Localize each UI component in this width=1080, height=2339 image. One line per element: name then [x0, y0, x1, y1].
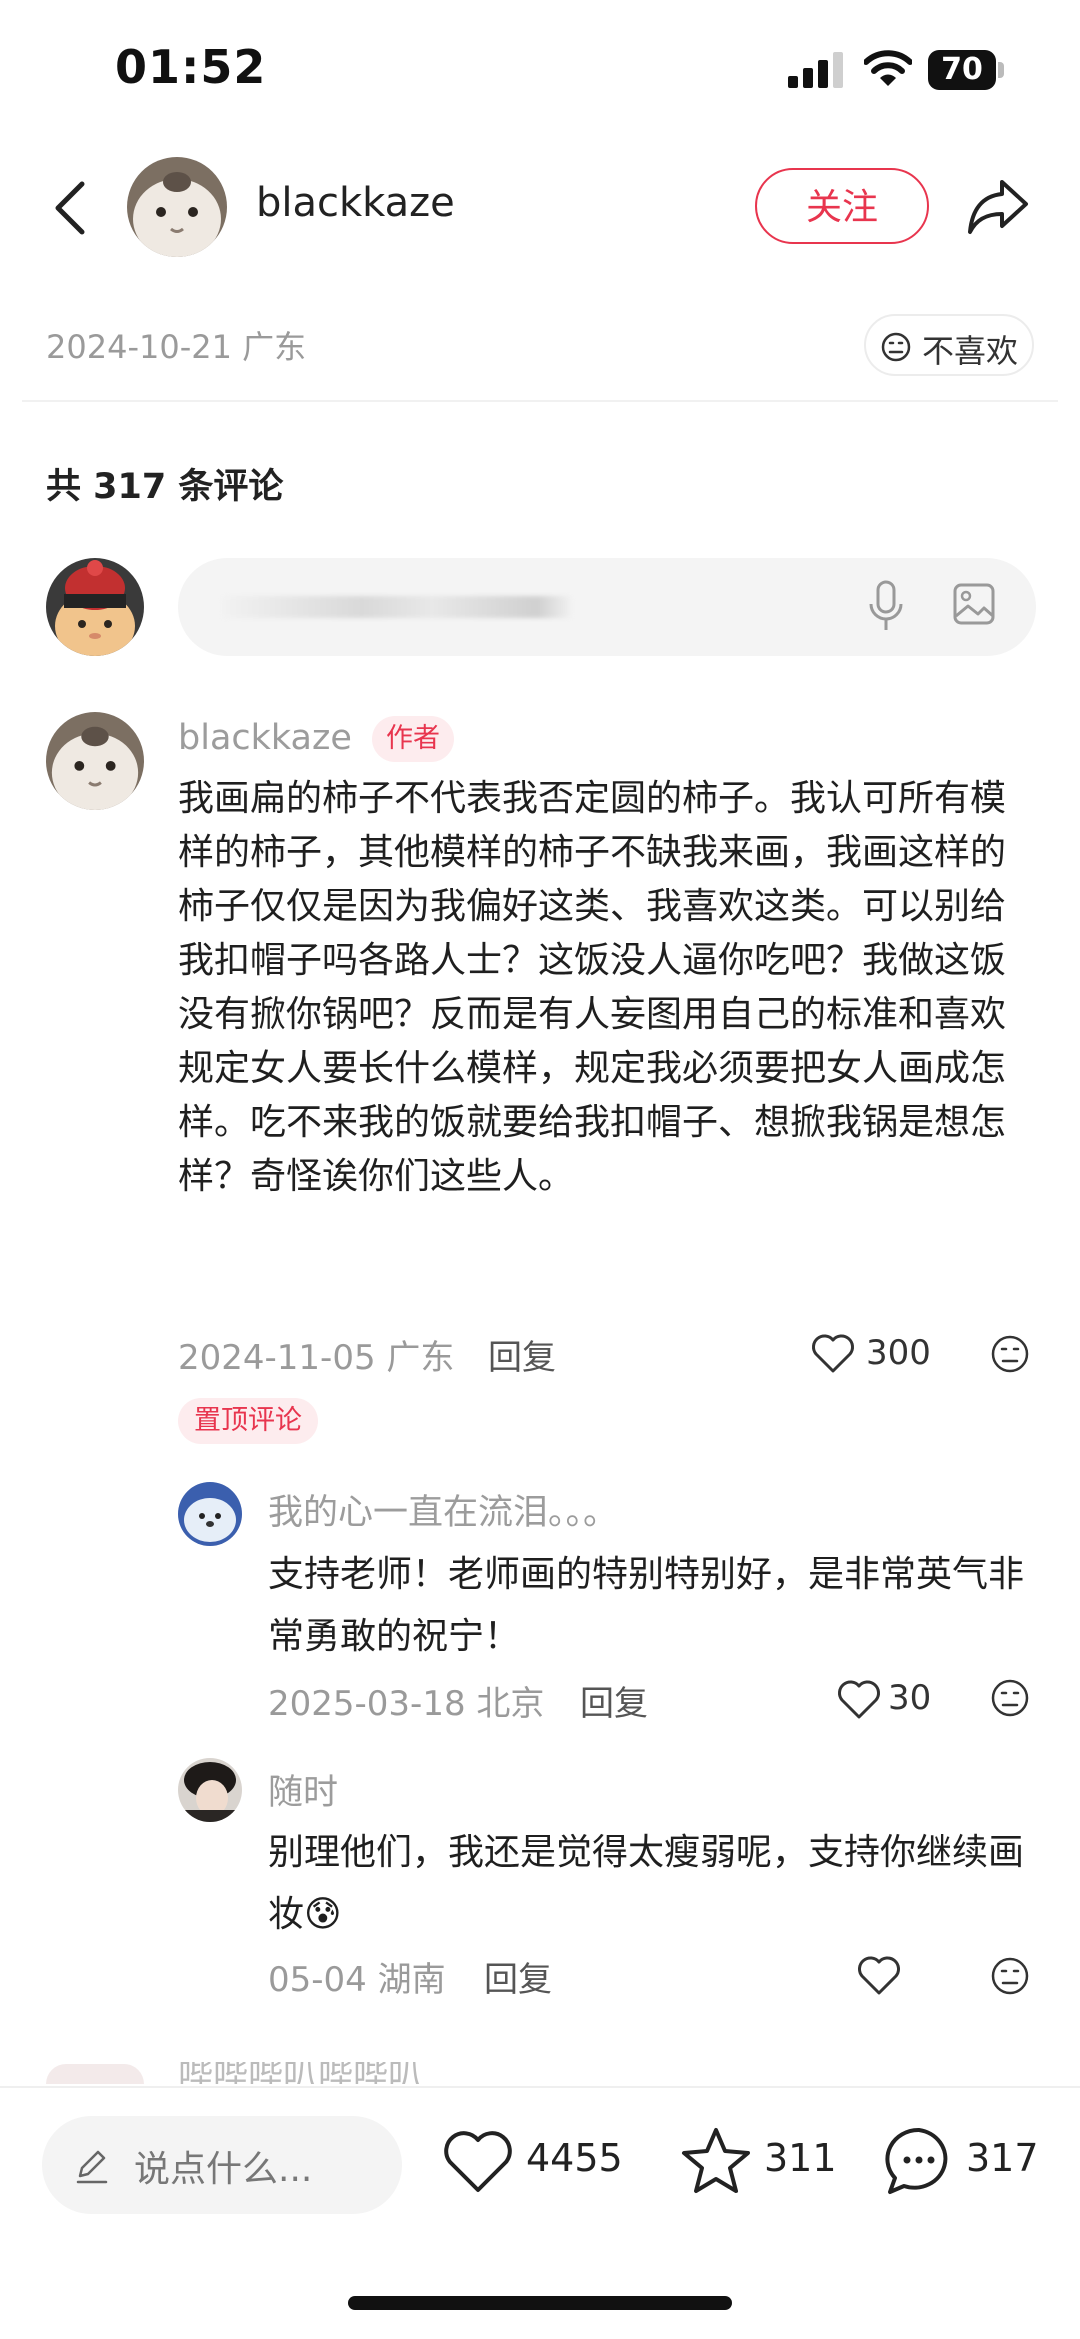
dislike-face-icon	[881, 332, 911, 362]
comment-input[interactable]	[178, 558, 1036, 656]
reply-button[interactable]: 回复	[580, 1676, 648, 1725]
comment-like-count: 300	[866, 1333, 931, 1373]
heart-icon[interactable]	[810, 1332, 856, 1374]
comment-bubble-icon[interactable]	[884, 2126, 954, 2196]
dislike-button[interactable]: 不喜欢	[864, 314, 1034, 376]
reply-like-count: 30	[888, 1678, 932, 1718]
star-icon[interactable]	[680, 2124, 752, 2196]
comment-count-title: 共 317 条评论	[46, 467, 284, 507]
author-avatar[interactable]	[127, 157, 227, 257]
heart-icon[interactable]	[836, 1678, 882, 1720]
next-comment-avatar[interactable]	[46, 2064, 144, 2084]
heart-icon[interactable]	[856, 1954, 902, 1996]
pencil-icon	[76, 2150, 108, 2184]
heart-icon[interactable]	[442, 2128, 514, 2194]
image-icon[interactable]	[952, 582, 996, 626]
back-icon[interactable]	[50, 178, 90, 238]
next-comment-username[interactable]: 哔哔哔叭哔哔叭	[178, 2062, 478, 2084]
home-indicator[interactable]	[348, 2296, 732, 2310]
reply-avatar[interactable]	[178, 1758, 242, 1822]
reply-username[interactable]: 随时	[268, 1764, 338, 1815]
battery-level-text: 70	[941, 52, 983, 87]
dislike-face-icon[interactable]	[990, 1956, 1030, 1996]
status-time: 01:52	[115, 40, 267, 94]
author-badge: 作者	[372, 716, 454, 762]
my-avatar	[46, 558, 144, 656]
input-placeholder: 说点什么...	[134, 2149, 313, 2190]
dislike-face-icon[interactable]	[990, 1334, 1030, 1374]
post-like-count: 4455	[526, 2136, 623, 2180]
reply-date-location: 05-04 湖南	[268, 1960, 446, 2000]
follow-button[interactable]: 关注	[755, 168, 929, 244]
comment-username[interactable]: blackkaze	[178, 718, 352, 758]
post-date-location: 2024-10-21 广东	[46, 328, 307, 366]
reply-date-location: 2025-03-18 北京	[268, 1684, 545, 1724]
post-favorite-count: 311	[764, 2136, 837, 2180]
blurred-placeholder	[222, 596, 572, 618]
dislike-face-icon[interactable]	[990, 1678, 1030, 1718]
pinned-comment-badge: 置顶评论	[178, 1398, 318, 1444]
reply-text: 支持老师！老师画的特别特别好，是非常英气非常勇敢的祝宁！	[268, 1554, 1025, 1657]
dislike-label: 不喜欢	[922, 332, 1019, 370]
signal-icon	[788, 52, 843, 88]
reply-button[interactable]: 回复	[488, 1330, 556, 1379]
battery-icon: 70	[928, 50, 1006, 90]
reply-username[interactable]: 我的心一直在流泪。。。	[268, 1484, 618, 1535]
comment-text: 我画扁的柿子不代表我否定圆的柿子。我认可所有模样的柿子，其他模样的柿子不缺我来画…	[178, 778, 1007, 1197]
comment-avatar[interactable]	[46, 712, 144, 810]
divider	[22, 400, 1058, 402]
reply-avatar[interactable]	[178, 1482, 242, 1546]
mic-icon[interactable]	[868, 580, 904, 634]
wifi-icon	[864, 50, 912, 86]
comment-date-location: 2024-11-05 广东	[178, 1338, 455, 1378]
reply-text: 别理他们，我还是觉得太瘦弱呢，支持你继续画妆😰	[268, 1832, 1025, 1935]
share-icon[interactable]	[966, 176, 1030, 236]
say-something-input[interactable]: 说点什么...	[42, 2116, 402, 2214]
post-comment-count: 317	[966, 2136, 1039, 2180]
author-name[interactable]: blackkaze	[256, 180, 455, 226]
reply-button[interactable]: 回复	[484, 1952, 552, 2001]
